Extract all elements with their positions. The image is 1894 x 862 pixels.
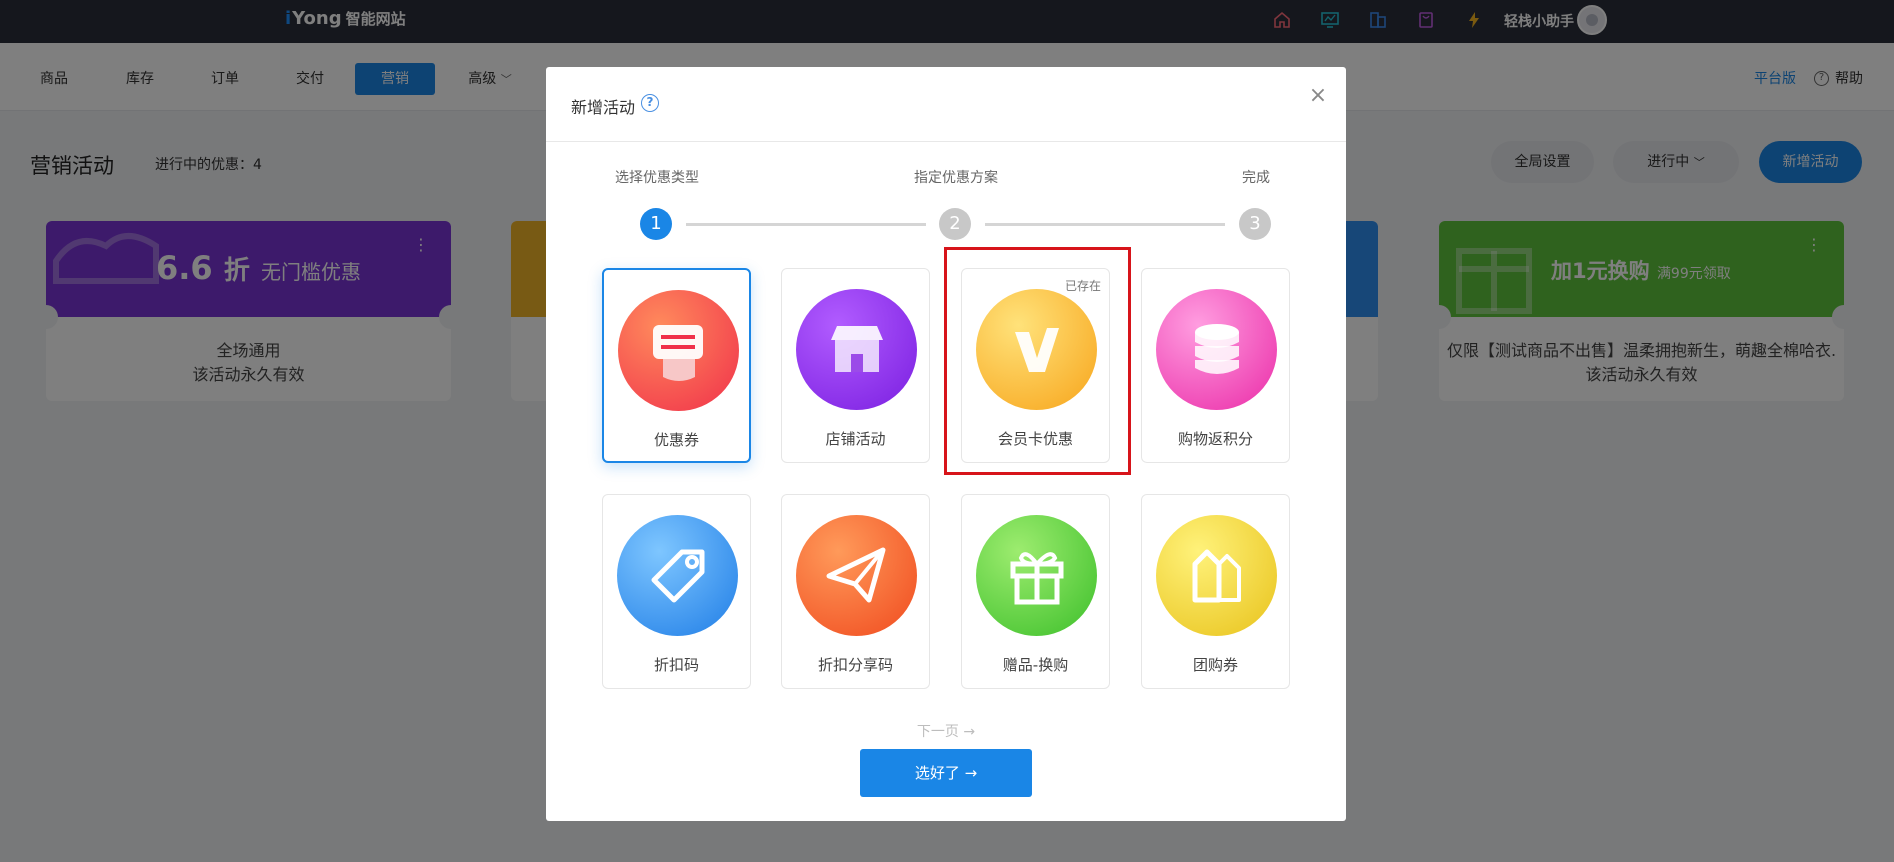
option-label: 团购券 <box>1192 656 1238 674</box>
option-coupon[interactable]: 优惠券 <box>602 268 751 463</box>
step-2-indicator: 2 <box>939 208 971 240</box>
option-group-ticket[interactable]: 团购券 <box>1141 494 1290 689</box>
option-discount-share-code[interactable]: 折扣分享码 <box>781 494 930 689</box>
discount-tag-icon <box>617 515 738 636</box>
step-3-indicator: 3 <box>1239 208 1271 240</box>
help-icon[interactable]: ? <box>641 94 659 112</box>
option-label: 折扣分享码 <box>817 656 893 674</box>
close-button[interactable]: × <box>1303 81 1333 111</box>
confirm-button[interactable]: 选好了 → <box>860 749 1032 797</box>
step-2-label: 指定优惠方案 <box>914 170 998 186</box>
option-store-activity[interactable]: 店铺活动 <box>781 268 930 463</box>
option-label: 赠品-换购 <box>1002 656 1069 674</box>
paper-plane-icon <box>796 515 917 636</box>
highlight-box <box>944 247 1131 475</box>
coupon-icon <box>618 290 739 411</box>
option-label: 购物返积分 <box>1177 430 1253 448</box>
next-page-button[interactable]: 下一页 → <box>546 721 1346 741</box>
step-1-indicator: 1 <box>640 208 672 240</box>
option-gift-exchange[interactable]: 赠品-换购 <box>961 494 1110 689</box>
option-shopping-points[interactable]: 购物返积分 <box>1141 268 1290 463</box>
group-ticket-icon <box>1156 515 1277 636</box>
step-3-label: 完成 <box>1242 170 1270 186</box>
step-1-label: 选择优惠类型 <box>615 170 699 186</box>
option-label: 店铺活动 <box>825 430 886 448</box>
step-connector <box>686 223 926 226</box>
gift-icon <box>976 515 1097 636</box>
step-connector <box>985 223 1225 226</box>
option-label: 优惠券 <box>653 431 699 449</box>
store-icon <box>796 289 917 410</box>
option-label: 折扣码 <box>653 656 699 674</box>
modal-title: 新增活动 <box>571 98 636 117</box>
points-icon <box>1156 289 1277 410</box>
option-discount-code[interactable]: 折扣码 <box>602 494 751 689</box>
